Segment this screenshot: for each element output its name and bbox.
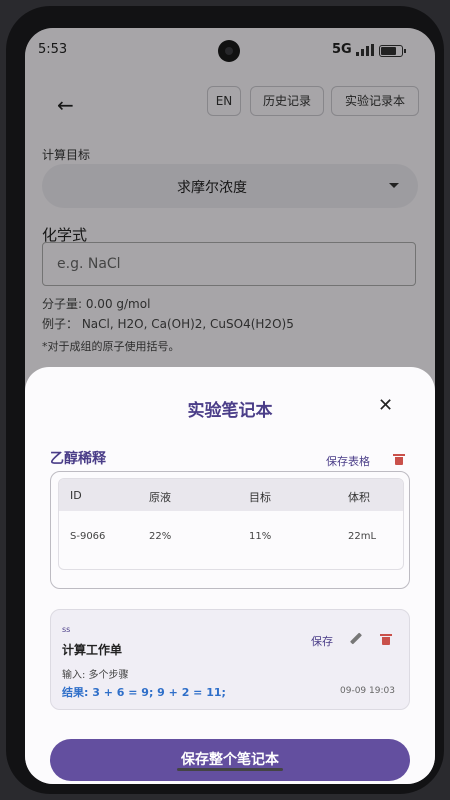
- table-cell: 22%: [149, 531, 172, 542]
- phone-frame: 5:53 5G ← EN 历史记录 实验记录本 计算目标 求摩尔浓度 化学式 分…: [6, 6, 444, 794]
- calc-title: 计算工作单: [62, 643, 123, 657]
- calc-save-button[interactable]: 保存: [311, 633, 333, 649]
- save-table-button[interactable]: 保存表格: [326, 453, 370, 469]
- close-icon: ✕: [378, 395, 394, 416]
- calc-input-text: 输入: 多个步骤: [62, 670, 129, 681]
- calculation-card: ss 计算工作单 保存 输入: 多个步骤 结果: 3 + 6 = 9; 9 + …: [50, 609, 410, 710]
- dilution-table-card: ID 原液 目标 体积 S-9066 22% 11% 22mL: [50, 471, 410, 589]
- calc-tag: ss: [62, 625, 71, 634]
- calc-timestamp: 09-09 19:03: [340, 686, 395, 696]
- dilution-table: ID 原液 目标 体积 S-9066 22% 11% 22mL: [58, 478, 404, 570]
- table-cell: 11%: [249, 531, 272, 542]
- home-indicator[interactable]: [177, 768, 283, 771]
- column-header: 目标: [249, 491, 271, 504]
- column-header: 原液: [149, 491, 171, 504]
- table-cell: S-9066: [70, 531, 106, 542]
- delete-icon[interactable]: [380, 634, 392, 645]
- close-button[interactable]: ✕: [373, 393, 399, 419]
- delete-icon[interactable]: [393, 454, 405, 465]
- save-notebook-button[interactable]: 保存整个笔记本: [50, 739, 410, 781]
- notebook-bottom-sheet: 实验笔记本 ✕ 乙醇稀释 保存表格 ID 原液 目标 体积 S-9066 22%…: [25, 367, 435, 784]
- table-header-row: ID 原液 目标 体积: [59, 479, 403, 511]
- table-section-title: 乙醇稀释: [50, 451, 106, 467]
- table-cell: 22mL: [348, 531, 377, 542]
- edit-icon[interactable]: [349, 632, 363, 646]
- column-header: ID: [70, 489, 82, 502]
- calc-result-text: 结果: 3 + 6 = 9; 9 + 2 = 11;: [62, 686, 226, 699]
- screen: 5:53 5G ← EN 历史记录 实验记录本 计算目标 求摩尔浓度 化学式 分…: [25, 28, 435, 784]
- column-header: 体积: [348, 491, 370, 504]
